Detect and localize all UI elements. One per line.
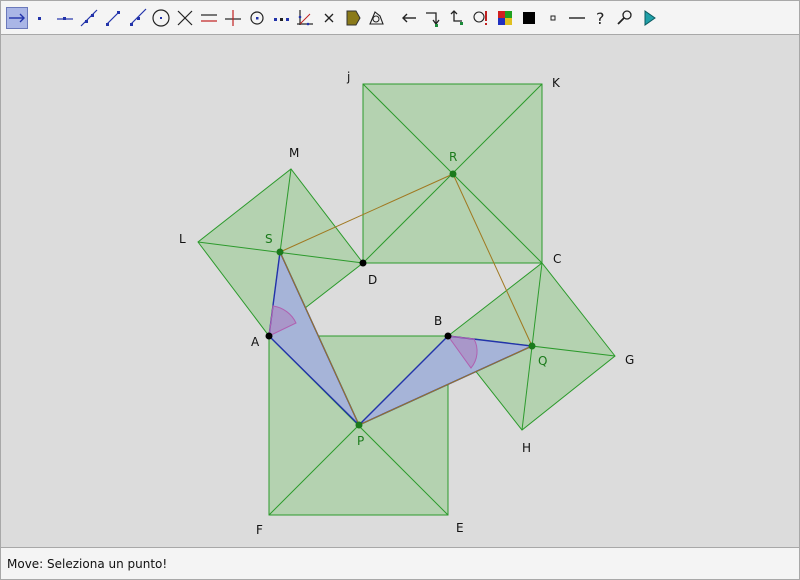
label-E: E xyxy=(456,521,464,535)
ray-tool-icon xyxy=(130,8,147,26)
midpoint-tool-button[interactable] xyxy=(246,7,268,29)
label-R: R xyxy=(449,150,457,164)
parallel-line-tool-icon xyxy=(201,14,217,22)
polygon-tool-button[interactable] xyxy=(342,7,364,29)
label-M: M xyxy=(289,146,299,160)
help-button[interactable]: ? xyxy=(590,7,612,29)
new-point-tool-button[interactable] xyxy=(29,7,51,29)
line-tool-button[interactable] xyxy=(78,7,100,29)
zoom-tool-button[interactable] xyxy=(614,7,636,29)
label-P: P xyxy=(357,434,364,448)
perpendicular-line-tool-icon xyxy=(225,10,241,26)
ray-tool-button[interactable] xyxy=(126,7,148,29)
intersect-tool-icon xyxy=(177,10,193,26)
play-button[interactable] xyxy=(638,7,660,29)
play-icon xyxy=(644,10,656,26)
label-D: D xyxy=(368,273,377,287)
help-icon: ? xyxy=(596,9,605,28)
status-message: Move: Seleziona un punto! xyxy=(7,556,168,571)
point-R[interactable] xyxy=(449,170,457,178)
delete-tool-button[interactable] xyxy=(318,7,340,29)
label-G: G xyxy=(625,353,634,367)
locus-tool-button[interactable] xyxy=(270,7,292,29)
status-bar: Move: Seleziona un punto! xyxy=(1,547,799,579)
point-Q[interactable] xyxy=(528,342,536,350)
label-L: L xyxy=(179,232,186,246)
point-P[interactable] xyxy=(355,421,363,429)
angle-bisector-tool-button[interactable] xyxy=(294,7,316,29)
translate-tool-icon xyxy=(426,12,440,27)
point-on-line-tool-button[interactable] xyxy=(54,7,76,29)
measure-tool-button[interactable] xyxy=(366,7,388,29)
color-palette-button[interactable] xyxy=(494,7,516,29)
midpoint-tool-icon xyxy=(250,11,264,25)
line-style-icon xyxy=(569,17,585,19)
measure-tool-icon xyxy=(369,11,384,25)
point-on-line-tool-icon xyxy=(57,17,73,20)
segment-tool-button[interactable] xyxy=(102,7,124,29)
segment-tool-icon xyxy=(106,11,120,26)
point-size-icon xyxy=(550,15,556,21)
circle-tool-icon xyxy=(152,9,170,27)
delete-tool-icon xyxy=(324,13,334,23)
fill-style-icon xyxy=(523,12,535,24)
move-tool-icon xyxy=(9,13,25,23)
polygon-tool-icon xyxy=(346,10,361,26)
macro-tool-icon xyxy=(473,11,487,25)
svg-text:?: ? xyxy=(596,9,605,28)
label-F: F xyxy=(256,523,263,537)
rotate-tool-icon xyxy=(450,10,463,25)
macro-tool-button[interactable] xyxy=(470,7,492,29)
zoom-tool-icon xyxy=(617,10,632,25)
point-D[interactable] xyxy=(359,259,367,267)
label-A: A xyxy=(251,335,260,349)
label-j: j xyxy=(346,70,350,84)
color-palette-icon xyxy=(498,11,512,25)
point-size-button[interactable] xyxy=(542,7,564,29)
label-C: C xyxy=(553,252,561,266)
undo-tool-icon xyxy=(402,13,416,23)
rotate-tool-button[interactable] xyxy=(446,7,468,29)
point-A[interactable] xyxy=(265,332,273,340)
label-K: K xyxy=(552,76,561,90)
perpendicular-line-tool-button[interactable] xyxy=(222,7,244,29)
line-through-two-points-tool-icon xyxy=(80,9,98,27)
toolbar: ? xyxy=(1,1,799,35)
point-S[interactable] xyxy=(276,248,284,256)
circle-tool-button[interactable] xyxy=(150,7,172,29)
label-S: S xyxy=(265,232,273,246)
move-tool-button[interactable] xyxy=(6,7,28,29)
undo-tool-button[interactable] xyxy=(398,7,420,29)
parallel-line-tool-button[interactable] xyxy=(198,7,220,29)
label-B: B xyxy=(434,314,442,328)
drawing-canvas[interactable]: j K M L C D A B G H F E R S Q P xyxy=(1,36,799,546)
geometry-app-window: ? j K M L C D A B G H F E R S Q P Move: … xyxy=(0,0,800,580)
translate-tool-button[interactable] xyxy=(422,7,444,29)
point-B[interactable] xyxy=(444,332,452,340)
new-point-tool-icon xyxy=(38,17,41,20)
line-style-button[interactable] xyxy=(566,7,588,29)
locus-tool-icon xyxy=(274,18,289,21)
fill-style-button[interactable] xyxy=(518,7,540,29)
intersect-tool-button[interactable] xyxy=(174,7,196,29)
angle-bisector-tool-icon xyxy=(297,10,313,26)
label-Q: Q xyxy=(538,354,547,368)
label-H: H xyxy=(522,441,531,455)
